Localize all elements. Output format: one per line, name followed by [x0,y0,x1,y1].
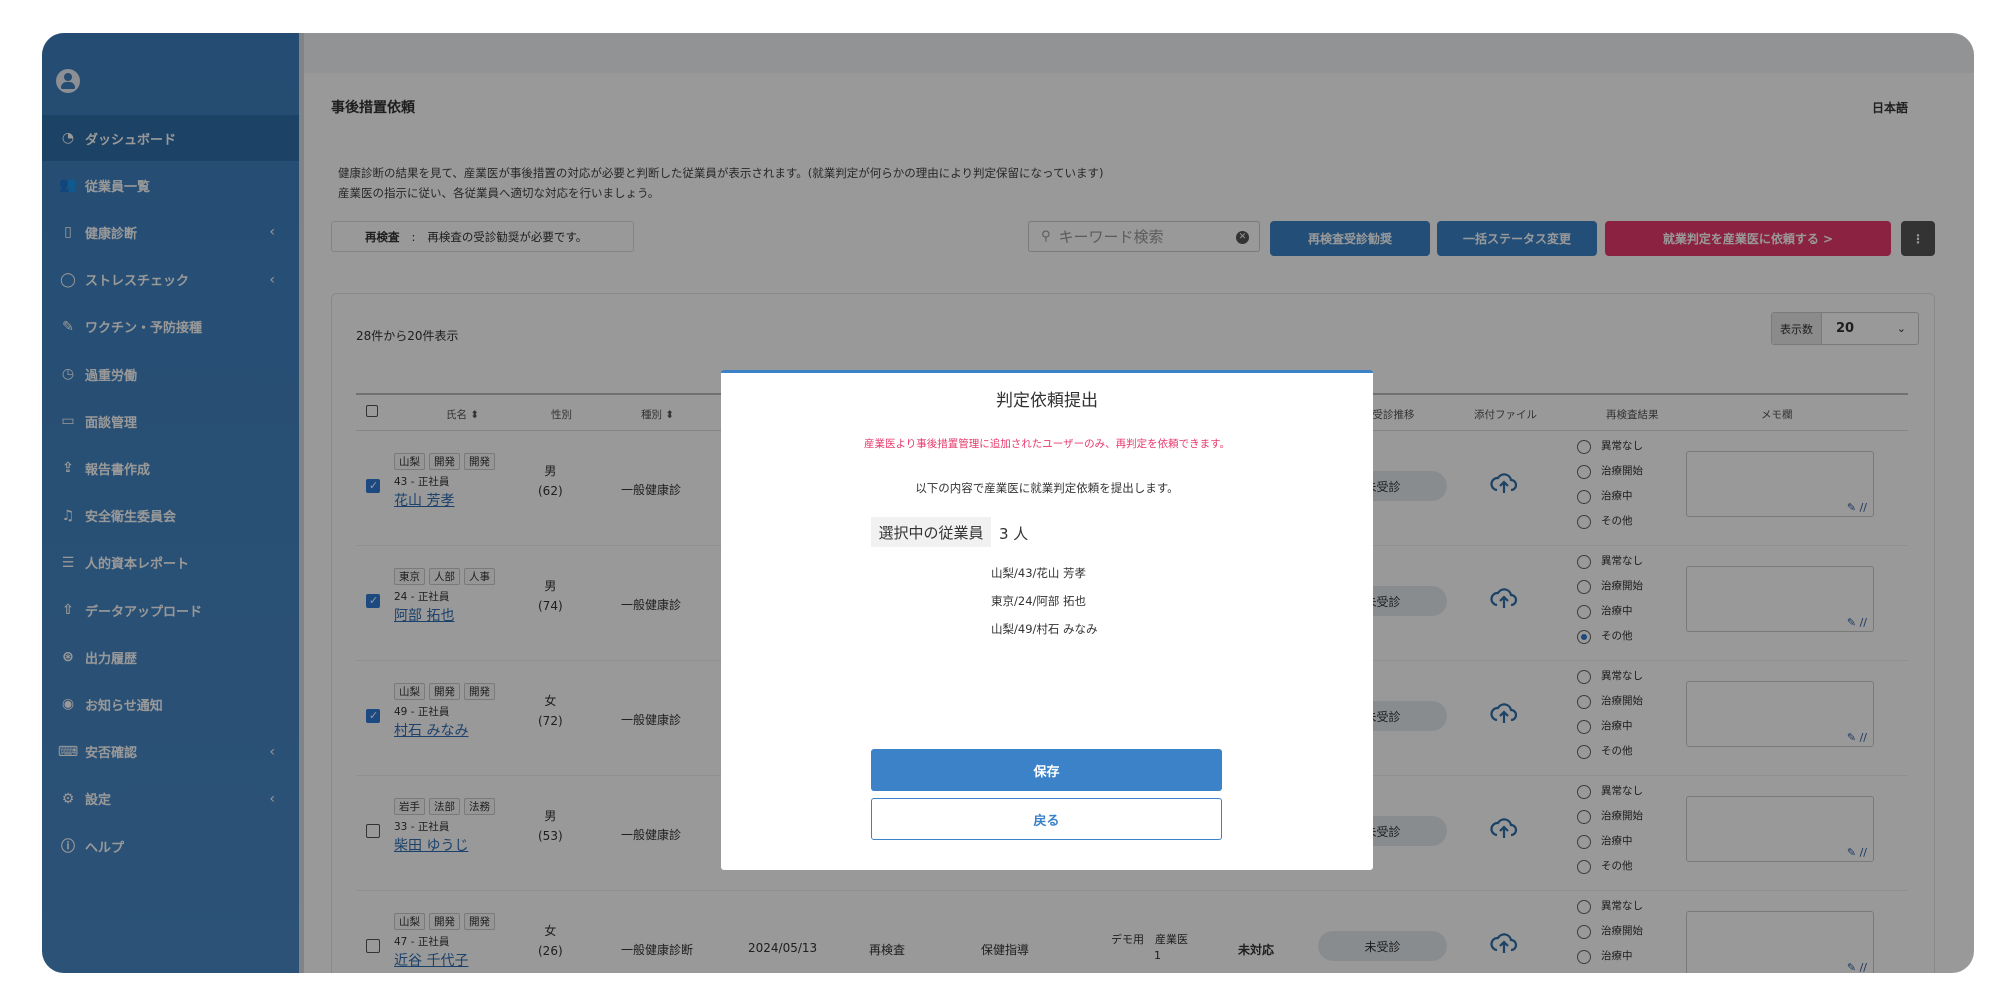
selected-employee-list: 山梨/43/花山 芳孝 東京/24/阿部 拓也 山梨/49/村石 みなみ [991,559,1098,643]
selected-employee: 山梨/49/村石 みなみ [991,622,1098,636]
selected-employee: 山梨/43/花山 芳孝 [991,566,1087,580]
selected-employees-label: 選択中の従業員 [871,517,991,547]
modal-intro: 以下の内容で産業医に就業判定依頼を提出します。 [915,481,1179,495]
selected-employee: 東京/24/阿部 拓也 [991,594,1087,608]
app-window: ◔ ダッシュボード 👥 従業員一覧 ▯ 健康診断 ‹ ◯ ストレスチェック ‹ ✎ ワクチン・予防接種… [42,33,1974,973]
selected-employees-count: 3 人 [999,525,1029,543]
judgement-request-modal: 判定依頼提出 産業医より事後措置管理に追加されたユーザーのみ、再判定を依頼できま… [721,370,1373,870]
modal-warning: 産業医より事後措置管理に追加されたユーザーのみ、再判定を依頼できます。 [863,438,1231,450]
back-button[interactable]: 戻る [871,798,1222,840]
save-button[interactable]: 保存 [871,749,1222,791]
modal-title: 判定依頼提出 [996,391,1098,411]
